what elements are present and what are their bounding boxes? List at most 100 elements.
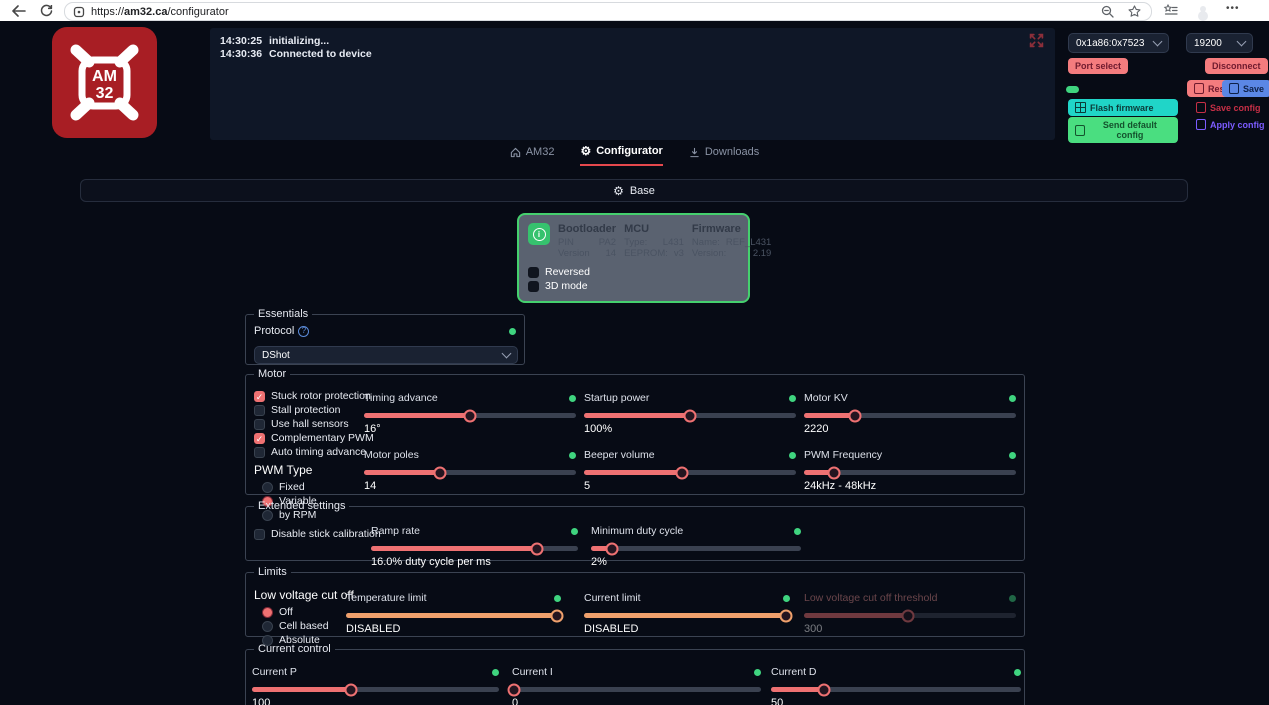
save-label: Save xyxy=(1243,84,1264,94)
zoom-out-icon[interactable] xyxy=(1101,5,1114,18)
slider-thumb[interactable] xyxy=(779,609,792,622)
mcu-column: MCU Type:L431 EEPROM:v3 xyxy=(624,223,684,259)
help-icon[interactable]: ? xyxy=(298,326,309,337)
extended-settings-section: Extended settings ✓ Disable stick calibr… xyxy=(245,500,1025,561)
status-dot xyxy=(1009,395,1016,402)
info-icon: i xyxy=(533,228,546,241)
reload-button[interactable] xyxy=(40,4,53,17)
favorite-star-icon[interactable] xyxy=(1128,5,1141,18)
slider-track[interactable] xyxy=(804,470,1016,475)
url-text[interactable]: https://am32.ca/configurator xyxy=(91,6,1101,18)
slider-thumb[interactable] xyxy=(684,409,697,422)
chip-icon xyxy=(1075,102,1086,113)
checkbox-reversed[interactable]: ✓ Reversed xyxy=(528,266,739,278)
firmware-column: Firmware Name:REF_L431 Version:2.19 xyxy=(692,223,771,259)
slider-track[interactable] xyxy=(346,613,561,618)
apply-config-link[interactable]: Apply config xyxy=(1196,119,1265,130)
apply-config-label: Apply config xyxy=(1210,120,1265,130)
save-button[interactable]: Save xyxy=(1222,80,1269,97)
checkbox-icon: ✓ xyxy=(254,433,265,444)
slider-thumb[interactable] xyxy=(848,409,861,422)
slider-thumb[interactable] xyxy=(508,683,521,696)
slider-motor-poles: Motor poles 14 xyxy=(364,449,576,492)
checkbox-complementary-pwm[interactable]: ✓ Complementary PWM xyxy=(254,432,372,444)
slider-track[interactable] xyxy=(584,470,796,475)
checkbox-icon: ✓ xyxy=(254,391,265,402)
slider-track[interactable] xyxy=(804,613,1016,618)
slider-thumb[interactable] xyxy=(675,466,688,479)
slider-thumb[interactable] xyxy=(827,466,840,479)
slider-thumb[interactable] xyxy=(550,609,563,622)
flash-firmware-button[interactable]: Flash firmware xyxy=(1068,99,1178,116)
slider-track[interactable] xyxy=(771,687,1021,692)
log-panel: 14:30:25initializing... 14:30:36Connecte… xyxy=(210,28,1055,140)
slider-track[interactable] xyxy=(512,687,761,692)
port-device-select[interactable]: 0x1a86:0x7523 xyxy=(1068,33,1169,53)
slider-track[interactable] xyxy=(591,546,801,551)
send-default-config-button[interactable]: Send default config xyxy=(1068,117,1178,143)
slider-thumb[interactable] xyxy=(464,409,477,422)
slider-current-limit: Current limit DISABLED xyxy=(584,592,790,635)
slider-track[interactable] xyxy=(371,546,578,551)
esc-info-button[interactable]: i xyxy=(528,223,550,245)
browser-menu-icon[interactable]: ••• xyxy=(1226,3,1240,14)
checkbox-3d-mode[interactable]: ✓ 3D mode xyxy=(528,280,739,292)
slider-thumb[interactable] xyxy=(901,609,914,622)
base-section-header[interactable]: ⚙ Base xyxy=(80,179,1188,202)
nav-tab-am32[interactable]: AM32 xyxy=(510,145,555,166)
protocol-select[interactable]: DShot xyxy=(254,346,518,364)
gear-icon: ⚙ xyxy=(580,145,591,157)
slider-current-p: Current P 100 xyxy=(252,666,499,705)
status-dot xyxy=(783,595,790,602)
radio-icon xyxy=(262,607,273,618)
file-icon xyxy=(1196,119,1206,130)
nav-tab-downloads[interactable]: Downloads xyxy=(689,145,759,166)
slider-thumb[interactable] xyxy=(817,683,830,696)
slider-track[interactable] xyxy=(804,413,1016,418)
site-info-icon[interactable] xyxy=(73,6,85,18)
port-select-label: Port select xyxy=(1075,61,1121,71)
slider-track[interactable] xyxy=(584,613,790,618)
slider-ramp-rate: Ramp rate 16.0% duty cycle per ms xyxy=(371,525,578,568)
slider-thumb[interactable] xyxy=(434,466,447,479)
nav-tab-configurator[interactable]: ⚙ Configurator xyxy=(580,145,662,166)
address-bar[interactable]: https://am32.ca/configurator xyxy=(64,2,1152,21)
log-line: 14:30:25initializing... xyxy=(220,35,372,48)
log-message: Connected to device xyxy=(269,48,372,61)
baud-rate-select[interactable]: 19200 xyxy=(1186,33,1253,53)
checkbox-stuck-rotor-protection[interactable]: ✓ Stuck rotor protection xyxy=(254,390,372,402)
disconnect-button[interactable]: Disconnect xyxy=(1205,58,1268,74)
collections-icon[interactable] xyxy=(1163,4,1178,17)
slider-track[interactable] xyxy=(252,687,499,692)
checkbox-stall-protection[interactable]: ✓ Stall protection xyxy=(254,404,372,416)
download-icon xyxy=(689,147,700,158)
checkbox-auto-timing-advance[interactable]: ✓ Auto timing advance xyxy=(254,446,372,458)
checkbox-use-hall-sensors[interactable]: ✓ Use hall sensors xyxy=(254,418,372,430)
expand-log-icon[interactable] xyxy=(1029,33,1045,49)
flash-firmware-label: Flash firmware xyxy=(1090,103,1154,113)
radio-icon xyxy=(262,621,273,632)
chevron-down-icon xyxy=(1153,37,1163,47)
chevron-down-icon xyxy=(1237,37,1247,47)
slider-thumb[interactable] xyxy=(530,542,543,555)
slider-current-i: Current I 0 xyxy=(512,666,761,705)
slider-thumb[interactable] xyxy=(606,542,619,555)
current-control-section: Current control Current P 100 Current I … xyxy=(245,643,1025,705)
status-dot xyxy=(789,452,796,459)
status-dot xyxy=(1014,669,1021,676)
back-button[interactable] xyxy=(12,5,26,17)
checkbox-icon: ✓ xyxy=(254,419,265,430)
radio-pwm-fixed[interactable]: Fixed xyxy=(262,481,372,493)
checkbox-disable-stick-calibration[interactable]: ✓ Disable stick calibration xyxy=(254,528,381,540)
slider-minimum-duty-cycle: Minimum duty cycle 2% xyxy=(591,525,801,568)
save-config-link[interactable]: Save config xyxy=(1196,102,1261,113)
main-nav: AM32 ⚙ Configurator Downloads xyxy=(0,145,1269,166)
nav-label: AM32 xyxy=(526,146,555,158)
slider-track[interactable] xyxy=(584,413,796,418)
slider-current-d: Current D 50 xyxy=(771,666,1021,705)
browser-toolbar: https://am32.ca/configurator ••• xyxy=(0,0,1269,21)
port-select-button[interactable]: Port select xyxy=(1068,58,1128,74)
slider-thumb[interactable] xyxy=(344,683,357,696)
slider-track[interactable] xyxy=(364,413,576,418)
slider-track[interactable] xyxy=(364,470,576,475)
